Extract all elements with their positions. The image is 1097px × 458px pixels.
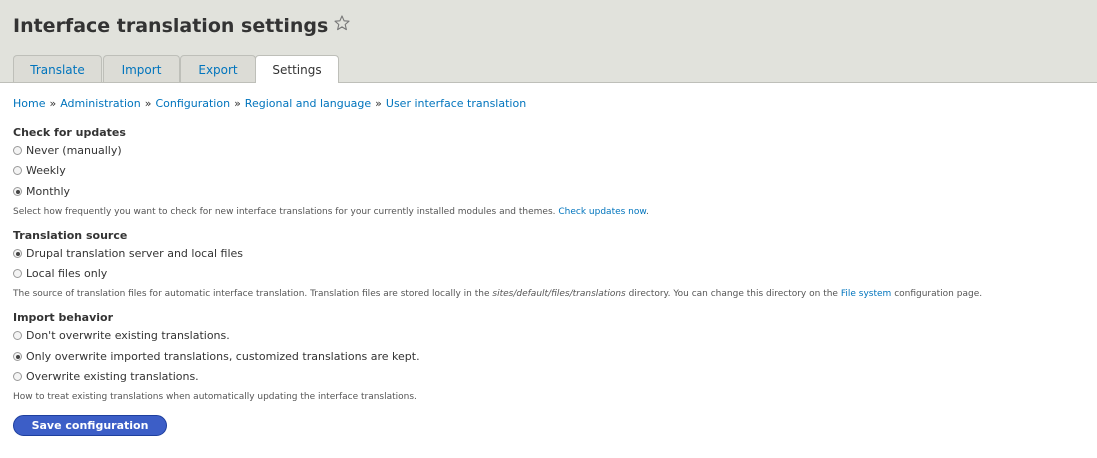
description-period: . — [645, 207, 649, 217]
check-updates-now-link[interactable]: Check updates now — [558, 207, 646, 217]
tab-translate[interactable]: Translate — [13, 55, 102, 82]
tab-export[interactable]: Export — [180, 55, 256, 82]
radio-button[interactable] — [13, 372, 22, 381]
file-system-link[interactable]: File system — [841, 289, 891, 299]
page-title-text: Interface translation settings — [13, 15, 329, 37]
radio-label[interactable]: Only overwrite imported translations, cu… — [26, 350, 420, 364]
radio-button[interactable] — [13, 146, 22, 155]
radio-button-checked[interactable] — [13, 352, 22, 361]
breadcrumb-separator: » — [49, 97, 57, 110]
radio-button-checked[interactable] — [13, 249, 22, 258]
translation-source-description: The source of translation files for auto… — [13, 288, 982, 300]
translations-path: sites/default/files/translations — [492, 289, 626, 299]
check-updates-title: Check for updates — [13, 126, 126, 139]
radio-label[interactable]: Don't overwrite existing translations. — [26, 329, 230, 343]
radio-label[interactable]: Weekly — [26, 164, 66, 178]
breadcrumb-separator: » — [234, 97, 241, 110]
radio-button[interactable] — [13, 166, 22, 175]
breadcrumb-home[interactable]: Home — [13, 97, 45, 110]
star-outline-icon[interactable] — [334, 12, 350, 38]
radio-button-checked[interactable] — [13, 187, 22, 196]
radio-label[interactable]: Overwrite existing translations. — [26, 370, 199, 384]
radio-button[interactable] — [13, 269, 22, 278]
check-updates-description: Select how frequently you want to check … — [13, 206, 649, 218]
breadcrumb-configuration[interactable]: Configuration — [155, 97, 230, 110]
radio-label[interactable]: Never (manually) — [26, 144, 122, 158]
breadcrumb-administration[interactable]: Administration — [60, 97, 141, 110]
breadcrumb-ui-translation[interactable]: User interface translation — [386, 97, 526, 110]
description-text: directory. You can change this directory… — [628, 289, 838, 299]
radio-label[interactable]: Monthly — [26, 185, 70, 199]
breadcrumb-separator: » — [375, 97, 382, 110]
breadcrumb-separator: » — [144, 97, 152, 110]
description-text: configuration page. — [894, 289, 983, 299]
breadcrumb: Home» Administration» Configuration» Region… — [13, 97, 526, 111]
description-text: Select how frequently you want to check … — [13, 207, 556, 217]
import-behavior-title: Import behavior — [13, 311, 114, 324]
import-behavior-description: How to treat existing translations when … — [13, 392, 417, 402]
page-title: Interface translation settings — [13, 13, 350, 40]
radio-label[interactable]: Drupal translation server and local file… — [26, 247, 243, 261]
description-text: The source of translation files for auto… — [13, 289, 490, 299]
page-header: Interface translation settings Translate… — [0, 0, 1097, 83]
radio-label[interactable]: Local files only — [26, 267, 107, 281]
breadcrumb-regional-language[interactable]: Regional and language — [245, 97, 371, 110]
translation-source-title: Translation source — [13, 229, 128, 242]
tab-settings[interactable]: Settings — [255, 55, 339, 83]
tab-import[interactable]: Import — [103, 55, 180, 82]
radio-button[interactable] — [13, 331, 22, 340]
save-configuration-button[interactable]: Save configuration — [13, 415, 167, 436]
